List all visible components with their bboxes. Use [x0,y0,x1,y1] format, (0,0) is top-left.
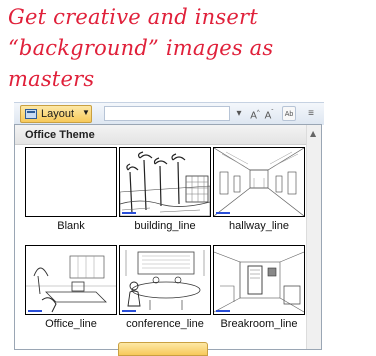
annotation-text: Get creative and insert “background” ima… [8,2,368,95]
layout-tile-label: conference_line [126,318,204,330]
layout-tile-office[interactable]: Office_line [25,245,117,330]
layout-tile-building[interactable]: building_line [119,147,211,232]
chevron-down-icon: ▼ [82,108,90,117]
layout-gallery-panel: Office Theme ▲ Blank building_line hallw… [14,124,322,350]
conference-sketch-thumbnail [119,245,211,315]
layout-button-label: Layout [41,108,75,120]
layout-tile-breakroom[interactable]: Breakroom_line [213,245,305,330]
breakroom-sketch-thumbnail [213,245,305,315]
office-sketch-thumbnail [25,245,117,315]
layout-tile-label: Breakroom_line [220,318,298,330]
font-size-dropdown-icon[interactable]: ▾ [232,106,246,121]
hallway-sketch-thumbnail [213,147,305,217]
layout-button[interactable]: Layout ▼ [20,105,92,123]
annotation-line-1: Get creative and insert [8,5,258,29]
highlighted-tab-edge[interactable] [118,342,208,356]
layout-icon [25,109,37,119]
shrink-font-icon[interactable]: Aˇ [262,106,276,121]
layout-thumbnail [25,147,117,217]
layout-tile-label: Blank [57,220,85,232]
layout-tile-conference[interactable]: conference_line [119,245,211,330]
layout-tile-label: building_line [134,220,196,232]
layout-tile-label: Office_line [45,318,97,330]
ribbon-strip: Layout ▼ ▾ A^ Aˇ Ab ≡ [14,102,324,125]
building-sketch-thumbnail [119,147,211,217]
annotation-line-3: masters [8,67,95,91]
clear-formatting-icon[interactable]: Ab [282,106,296,121]
grow-font-icon[interactable]: A^ [248,106,262,121]
gallery-scrollbar[interactable]: ▲ [306,125,321,349]
gallery-section-title: Office Theme [15,125,307,145]
scroll-up-icon[interactable]: ▲ [310,129,316,138]
layout-tile-blank[interactable]: Blank [25,147,117,232]
layout-tile-hallway[interactable]: hallway_line [213,147,305,232]
bullets-icon[interactable]: ≡ [304,106,318,121]
font-name-box[interactable] [104,106,230,121]
layout-tile-label: hallway_line [229,220,289,232]
annotation-line-2: “background” images as [8,36,274,60]
